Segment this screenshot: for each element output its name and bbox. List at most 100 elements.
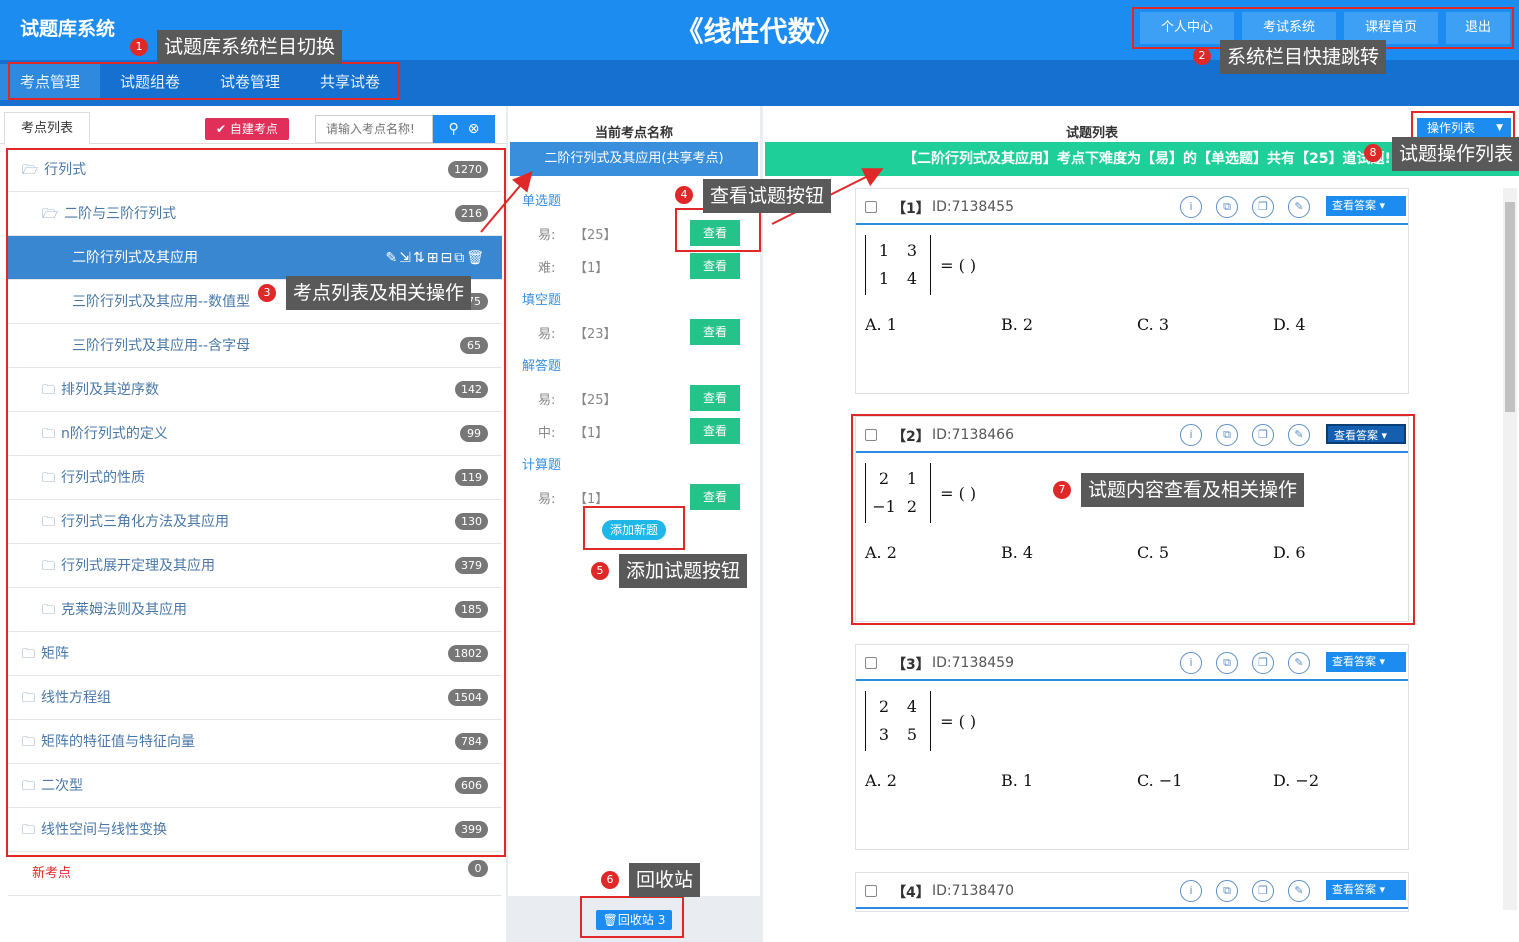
scrollbar[interactable]: [1503, 188, 1517, 910]
view-button[interactable]: 查看: [690, 253, 740, 279]
annotation-number: 7: [1053, 481, 1071, 499]
tree-item[interactable]: 🗀 行列式的性质 119: [8, 456, 502, 500]
tree-item[interactable]: 🗀 线性空间与线性变换 399: [8, 808, 502, 852]
edit-icon[interactable]: ✎: [1288, 652, 1310, 674]
tree-item[interactable]: 🗀 克莱姆法则及其应用 185: [8, 588, 502, 632]
type-fill-blank: 填空题: [522, 293, 562, 308]
duplicate-icon[interactable]: ⧉: [1216, 424, 1238, 446]
question-number: 【3】: [892, 657, 930, 673]
point-operations[interactable]: ✎⇲⇅⊞⊟⧉🗑: [386, 236, 486, 280]
question-card-header: 【1】 ID:7138455 i ⧉ ❐ ✎ 查看答案 ▾: [856, 189, 1408, 225]
question-card-header: 【2】 ID:7138466 i ⧉ ❐ ✎ 查看答案 ▾: [856, 417, 1408, 453]
tree-item[interactable]: 🗀 排列及其逆序数 142: [8, 368, 502, 412]
view-answer-button[interactable]: 查看答案 ▾: [1326, 880, 1406, 900]
view-answer-button[interactable]: 查看答案 ▾: [1326, 652, 1406, 672]
tree-item-label: 三阶行列式及其应用--数值型: [72, 294, 251, 310]
info-icon[interactable]: i: [1180, 424, 1202, 446]
copy-icon[interactable]: ⧉: [454, 250, 466, 266]
matrix-entry: 1: [878, 269, 890, 288]
option-b: B. 4: [1001, 543, 1034, 562]
tree-item[interactable]: 🗀 行列式三角化方法及其应用 130: [8, 500, 502, 544]
copy-icon[interactable]: ❐: [1252, 880, 1274, 902]
type-calculation: 计算题: [522, 458, 562, 473]
tab-point-list[interactable]: 考点列表: [4, 112, 90, 145]
question-checkbox[interactable]: [865, 429, 877, 441]
info-icon[interactable]: i: [1180, 196, 1202, 218]
question-card: 【1】 ID:7138455 i ⧉ ❐ ✎ 查看答案 ▾ 1314 = ( )…: [855, 188, 1409, 394]
info-icon[interactable]: i: [1180, 880, 1202, 902]
question-checkbox[interactable]: [865, 201, 877, 213]
operation-list-dropdown[interactable]: 操作列表 ▼: [1417, 118, 1511, 138]
search-button[interactable]: ⚲ ⊗: [433, 115, 495, 143]
tree-item[interactable]: 🗀 行列式展开定理及其应用 379: [8, 544, 502, 588]
determinant: 2435: [865, 691, 931, 751]
tree-item[interactable]: 🗀 n阶行列式的定义 99: [8, 412, 502, 456]
tree-item-label: 行列式: [44, 162, 87, 178]
tree-item[interactable]: 🗁 二阶与三阶行列式 216: [8, 192, 502, 236]
question-id: ID:7138466: [932, 427, 1014, 443]
check-circle-icon: ✔: [216, 122, 230, 136]
scrollbar-thumb[interactable]: [1505, 202, 1515, 412]
tree-item[interactable]: 🗀 线性方程组 1504: [8, 676, 502, 720]
callout-recycle: 回收站: [629, 863, 701, 897]
link-icon[interactable]: ⇅: [413, 250, 427, 266]
option-b: B. 2: [1001, 315, 1034, 334]
copy-icon[interactable]: ❐: [1252, 424, 1274, 446]
edit-icon[interactable]: ✎: [1288, 880, 1310, 902]
tab-point-management[interactable]: 考点管理: [0, 64, 100, 100]
trash-icon[interactable]: 🗑: [466, 250, 486, 266]
tree-item-label: 行列式三角化方法及其应用: [61, 514, 230, 530]
add-question-button[interactable]: 添加新题: [602, 520, 666, 540]
question-card-header: 【4】 ID:7138470 i ⧉ ❐ ✎ 查看答案 ▾: [856, 873, 1408, 909]
view-answer-button[interactable]: 查看答案 ▾: [1326, 196, 1406, 216]
view-answer-label: 查看答案: [1332, 199, 1376, 212]
question-id: ID:7138470: [932, 883, 1014, 899]
duplicate-icon[interactable]: ⧉: [1216, 652, 1238, 674]
tree-item[interactable]: 🗀 矩阵的特征值与特征向量 784: [8, 720, 502, 764]
determinant: 2 1 −1 2: [865, 463, 931, 523]
tree-item-selected[interactable]: 二阶行列式及其应用 ✎⇲⇅⊞⊟⧉🗑: [8, 236, 502, 280]
logout-button[interactable]: 退出: [1446, 12, 1510, 44]
info-icon[interactable]: i: [1180, 652, 1202, 674]
copy-icon[interactable]: ❐: [1252, 652, 1274, 674]
duplicate-icon[interactable]: ⧉: [1216, 196, 1238, 218]
tree-item-new[interactable]: 新考点 0: [8, 852, 502, 896]
view-button[interactable]: 查看: [690, 319, 740, 345]
view-button[interactable]: 查看: [690, 220, 740, 246]
matrix-entry: 4: [906, 269, 918, 288]
tab-exam-compose[interactable]: 试题组卷: [100, 64, 200, 100]
count-badge: 379: [455, 557, 488, 574]
tab-shared-papers[interactable]: 共享试卷: [300, 64, 400, 100]
callout-question-content: 试题内容查看及相关操作: [1081, 473, 1305, 507]
view-button[interactable]: 查看: [690, 418, 740, 444]
view-answer-button[interactable]: 查看答案 ▾: [1326, 424, 1406, 444]
question-checkbox[interactable]: [865, 657, 877, 669]
tree-item-label: 排列及其逆序数: [61, 382, 160, 398]
move-icon[interactable]: ⇲: [399, 250, 413, 266]
view-button[interactable]: 查看: [690, 385, 740, 411]
edit-icon[interactable]: ✎: [386, 250, 400, 266]
tree-item-label: 行列式展开定理及其应用: [61, 558, 216, 574]
tree-item[interactable]: 三阶行列式及其应用--含字母 65: [8, 324, 502, 368]
point-search-input[interactable]: [315, 115, 433, 143]
matrix-entry: 4: [906, 697, 918, 716]
count-badge: 1504: [448, 689, 488, 706]
tree-item[interactable]: 🗁 行列式 1270: [8, 148, 502, 192]
new-point-button[interactable]: ✔ 自建考点: [205, 118, 289, 140]
edit-icon[interactable]: ✎: [1288, 424, 1310, 446]
tree-item[interactable]: 🗀 矩阵 1802: [8, 632, 502, 676]
tab-paper-management[interactable]: 试卷管理: [200, 64, 300, 100]
edit-icon[interactable]: ✎: [1288, 196, 1310, 218]
folder-add-icon[interactable]: ⊞: [427, 250, 441, 266]
view-button[interactable]: 查看: [690, 484, 740, 510]
option-c: C. −1: [1137, 771, 1183, 790]
copy-icon[interactable]: ❐: [1252, 196, 1274, 218]
question-count: 【25】: [574, 228, 617, 243]
folder-icon: 🗀: [42, 603, 56, 618]
folder-move-icon[interactable]: ⊟: [440, 250, 454, 266]
close-icon[interactable]: ⊗: [468, 121, 480, 137]
recycle-bin-button[interactable]: 🗑回收站 3: [596, 910, 672, 930]
question-checkbox[interactable]: [865, 885, 877, 897]
duplicate-icon[interactable]: ⧉: [1216, 880, 1238, 902]
tree-item[interactable]: 🗀 二次型 606: [8, 764, 502, 808]
